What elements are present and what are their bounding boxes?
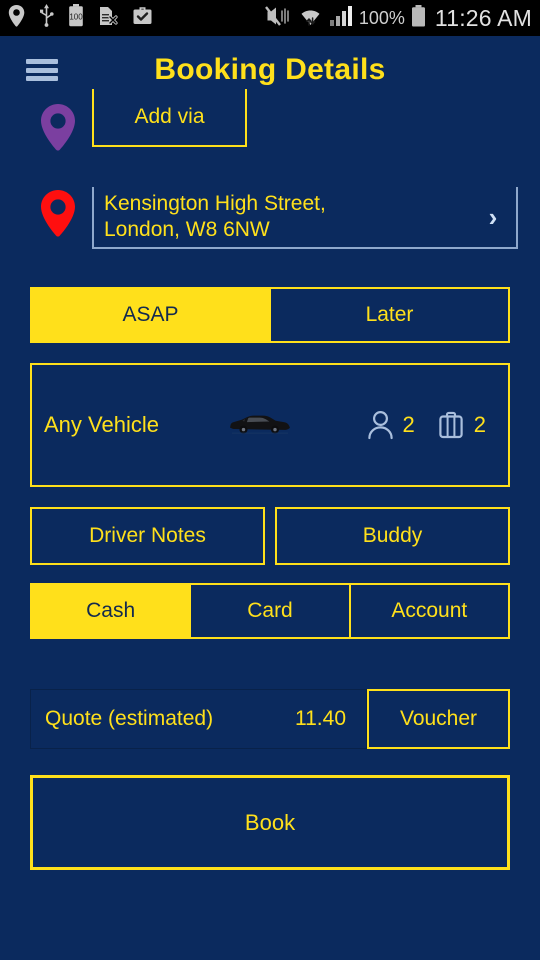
add-via-wrap: Add via [92, 89, 510, 147]
payment-segmented-control: Cash Card Account [30, 583, 510, 639]
hamburger-bar [26, 76, 58, 81]
via-location-pin-icon [34, 101, 82, 165]
luggage-count: 2 [473, 412, 486, 437]
location-pin-icon [8, 4, 25, 32]
chevron-right-icon[interactable]: › [476, 202, 510, 233]
status-bar-right-icons: 100% 11:26 AM [264, 4, 532, 32]
hamburger-bar [26, 67, 58, 73]
destination-row: Kensington High Street, London, W8 6NW › [0, 187, 540, 251]
destination-address-label: Kensington High Street, London, W8 6NW [104, 192, 326, 241]
timing-segmented-control: ASAP Later [30, 287, 510, 343]
payment-option-account[interactable]: Account [351, 585, 508, 637]
app-header: Booking Details [0, 39, 540, 101]
passenger-capacity: 2 [367, 410, 415, 440]
destination-field[interactable]: Kensington High Street, London, W8 6NW › [92, 187, 518, 249]
status-bar-left-icons: 100 [8, 4, 153, 32]
payment-option-card[interactable]: Card [191, 585, 351, 637]
quote-label: Quote (estimated) [45, 707, 214, 730]
book-button[interactable]: Book [30, 775, 510, 870]
luggage-capacity: 2 [437, 410, 486, 440]
vehicle-selector[interactable]: Any Vehicle 2 2 [30, 363, 510, 487]
vehicle-name-label: Any Vehicle [44, 412, 159, 437]
destination-location-pin-icon [34, 187, 82, 251]
payment-option-cash[interactable]: Cash [32, 585, 192, 637]
usb-icon [39, 4, 54, 32]
quote-row: Quote (estimated) 11.40 Voucher [30, 689, 510, 749]
add-via-row: Add via [0, 89, 540, 165]
mute-vibrate-icon [264, 5, 292, 32]
sedan-car-icon [206, 412, 316, 438]
passenger-count: 2 [402, 412, 415, 437]
hamburger-bar [26, 59, 58, 64]
battery-100-icon: 100 [68, 4, 84, 32]
svg-text:100: 100 [69, 13, 83, 22]
signal-bars-icon [329, 5, 353, 32]
person-icon [367, 410, 394, 440]
main-content: Add via Kensington High Street, London, … [0, 89, 540, 870]
battery-percent-label: 100% [358, 7, 405, 28]
timing-option-later[interactable]: Later [271, 289, 508, 341]
hamburger-menu-icon[interactable] [26, 59, 58, 81]
suitcase-icon [437, 410, 465, 440]
driver-notes-button[interactable]: Driver Notes [30, 507, 265, 565]
quote-value: 11.40 [295, 707, 346, 730]
extras-row: Driver Notes Buddy [30, 507, 510, 565]
page-title: Booking Details [154, 53, 386, 86]
wifi-transfer-icon [298, 5, 323, 32]
buddy-button[interactable]: Buddy [275, 507, 510, 565]
status-bar: 100 100% 11:26 AM [0, 0, 540, 36]
battery-icon [411, 4, 426, 32]
sdcard-removed-icon [98, 5, 118, 32]
voucher-button[interactable]: Voucher [367, 689, 510, 749]
clock-label: 11:26 AM [434, 4, 532, 31]
briefcase-check-icon [132, 5, 153, 31]
quote-box: Quote (estimated) 11.40 [30, 689, 367, 749]
timing-option-asap[interactable]: ASAP [32, 289, 271, 341]
